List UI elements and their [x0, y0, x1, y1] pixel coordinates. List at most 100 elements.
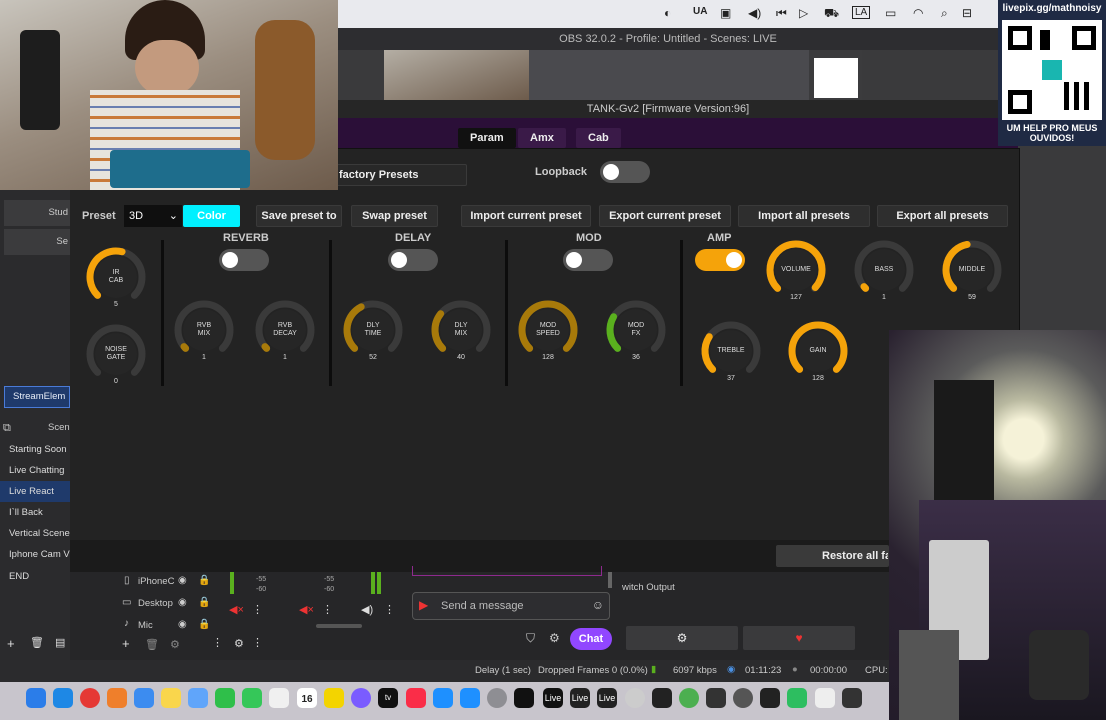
- scene-item[interactable]: Live Chatting: [0, 460, 70, 481]
- keyboard-app-icon[interactable]: [842, 688, 862, 708]
- delay-toggle[interactable]: [388, 249, 438, 271]
- stream-elements-button[interactable]: StreamElem: [4, 386, 70, 408]
- scene-item[interactable]: END: [0, 566, 70, 587]
- facetime-icon[interactable]: [215, 688, 235, 708]
- screen-icon[interactable]: ▣: [720, 6, 731, 20]
- trash-icon[interactable]: 🗑: [30, 636, 44, 649]
- settings-gear-button[interactable]: ⚙: [626, 626, 738, 650]
- chatgpt-icon[interactable]: [733, 688, 753, 708]
- siri-icon[interactable]: ◐: [664, 6, 671, 20]
- source-item[interactable]: Mic: [138, 620, 153, 631]
- import-all-presets-button[interactable]: Import all presets: [738, 205, 870, 227]
- volume-knob[interactable]: VOLUME 127: [762, 236, 830, 304]
- noise-gate-knob[interactable]: NOISE GATE 0: [82, 320, 150, 388]
- tab-amx[interactable]: Amx: [518, 128, 566, 148]
- ampersand-app-icon[interactable]: [324, 688, 344, 708]
- keynote-icon[interactable]: [433, 688, 453, 708]
- more-icon[interactable]: ⋮: [384, 603, 395, 616]
- final-cut-icon[interactable]: [760, 688, 780, 708]
- chat-button[interactable]: Chat: [570, 628, 612, 650]
- trash-icon[interactable]: 🗑: [145, 638, 159, 651]
- eye-icon[interactable]: ◉: [178, 575, 187, 586]
- rvb-decay-knob[interactable]: RVB DECAY 1: [251, 296, 319, 364]
- more-icon[interactable]: ⋮: [252, 603, 263, 616]
- more-icon[interactable]: ⋮: [252, 636, 263, 649]
- system-settings-icon[interactable]: [487, 688, 507, 708]
- dly-mix-knob[interactable]: DLY MIX 40: [427, 296, 495, 364]
- calendar-icon[interactable]: 16: [297, 688, 317, 708]
- mail-icon[interactable]: [134, 688, 154, 708]
- capcut-icon[interactable]: [514, 688, 534, 708]
- gear-icon[interactable]: ⚙: [170, 638, 180, 651]
- scene-item[interactable]: I`ll Back: [0, 502, 70, 523]
- lock-icon[interactable]: 🔒: [198, 575, 210, 586]
- evernote-icon[interactable]: [787, 688, 807, 708]
- rvb-mix-knob[interactable]: RVB MIX 1: [170, 296, 238, 364]
- speaker-icon[interactable]: ◀): [361, 603, 373, 616]
- treble-knob[interactable]: TREBLE 37: [697, 317, 765, 385]
- battery-icon[interactable]: ▭: [885, 6, 896, 20]
- ir-cab-knob[interactable]: IR CAB 5: [82, 243, 150, 311]
- import-current-preset-button[interactable]: Import current preset: [461, 205, 591, 227]
- chrome-icon[interactable]: [679, 688, 699, 708]
- reverb-toggle[interactable]: [219, 249, 269, 271]
- scene-item[interactable]: Vertical Scene: [0, 523, 70, 544]
- source-item[interactable]: Desktop: [138, 598, 173, 609]
- live-app-icon[interactable]: Live: [543, 688, 563, 708]
- muted-speaker-icon[interactable]: ◀×: [299, 603, 314, 616]
- obs-icon[interactable]: [625, 688, 645, 708]
- messages-icon[interactable]: [242, 688, 262, 708]
- volume-icon[interactable]: ◀): [748, 6, 761, 20]
- preset-select[interactable]: 3D ⌄: [124, 205, 182, 227]
- eye-icon[interactable]: ◉: [178, 597, 187, 608]
- restore-factory-button[interactable]: Restore all fac: [776, 545, 889, 567]
- factory-presets-button[interactable]: factory Presets: [330, 164, 467, 186]
- studio-mode-button[interactable]: Stud: [4, 200, 70, 226]
- mod-speed-knob[interactable]: MOD SPEED 128: [514, 296, 582, 364]
- piano-app-icon[interactable]: [815, 688, 835, 708]
- safari-icon[interactable]: [53, 688, 73, 708]
- filter-icon[interactable]: ▤: [55, 636, 65, 649]
- scene-item[interactable]: Starting Soon: [0, 439, 70, 460]
- chat-input[interactable]: ▶ Send a message ☺: [412, 592, 610, 620]
- color-button[interactable]: Color: [183, 205, 240, 227]
- bass-knob[interactable]: BASS 1: [850, 236, 918, 304]
- play-icon[interactable]: ▷: [799, 6, 808, 20]
- search-icon[interactable]: ⌕: [941, 6, 948, 21]
- add-scene-icon[interactable]: +: [7, 636, 15, 651]
- scene-item-selected[interactable]: Live React: [0, 481, 70, 502]
- input-source[interactable]: UA: [693, 6, 707, 17]
- notes-icon[interactable]: [161, 688, 181, 708]
- heart-button[interactable]: ♥: [743, 626, 855, 650]
- lock-icon[interactable]: 🔒: [198, 597, 210, 608]
- lock-icon[interactable]: 🔒: [198, 619, 210, 630]
- swap-preset-button[interactable]: Swap preset: [351, 205, 438, 227]
- eye-icon[interactable]: ◉: [178, 619, 187, 630]
- media-icon[interactable]: ⏮: [776, 6, 787, 21]
- gear-icon[interactable]: ⚙: [549, 631, 560, 645]
- mod-toggle[interactable]: [563, 249, 613, 271]
- music-icon[interactable]: [406, 688, 426, 708]
- source-item[interactable]: iPhoneC: [138, 576, 174, 587]
- middle-knob[interactable]: MIDDLE 59: [938, 236, 1006, 304]
- mod-fx-knob[interactable]: MOD FX 36: [602, 296, 670, 364]
- gain-knob[interactable]: GAIN 128: [784, 317, 852, 385]
- export-all-presets-button[interactable]: Export all presets: [877, 205, 1008, 227]
- weather-icon[interactable]: [188, 688, 208, 708]
- control-center-icon[interactable]: ⊟: [962, 6, 972, 20]
- muted-speaker-icon[interactable]: ◀×: [229, 603, 244, 616]
- emoji-icon[interactable]: ☺: [592, 598, 604, 612]
- save-preset-to-button[interactable]: Save preset to: [256, 205, 342, 227]
- amp-toggle[interactable]: [695, 249, 745, 271]
- car-icon[interactable]: ⛟: [824, 6, 839, 22]
- script-editor-icon[interactable]: [706, 688, 726, 708]
- more-icon[interactable]: ⋮: [212, 636, 223, 649]
- launchpad-icon[interactable]: [107, 688, 127, 708]
- scrollbar[interactable]: [608, 572, 612, 588]
- apple-tv-icon[interactable]: tv: [378, 688, 398, 708]
- audio-app-icon[interactable]: [652, 688, 672, 708]
- wifi-icon[interactable]: ◠: [913, 6, 923, 20]
- opera-icon[interactable]: [80, 688, 100, 708]
- keyboard-layout[interactable]: LA: [852, 6, 871, 19]
- mixer-settings-icon[interactable]: ⚙: [234, 637, 244, 650]
